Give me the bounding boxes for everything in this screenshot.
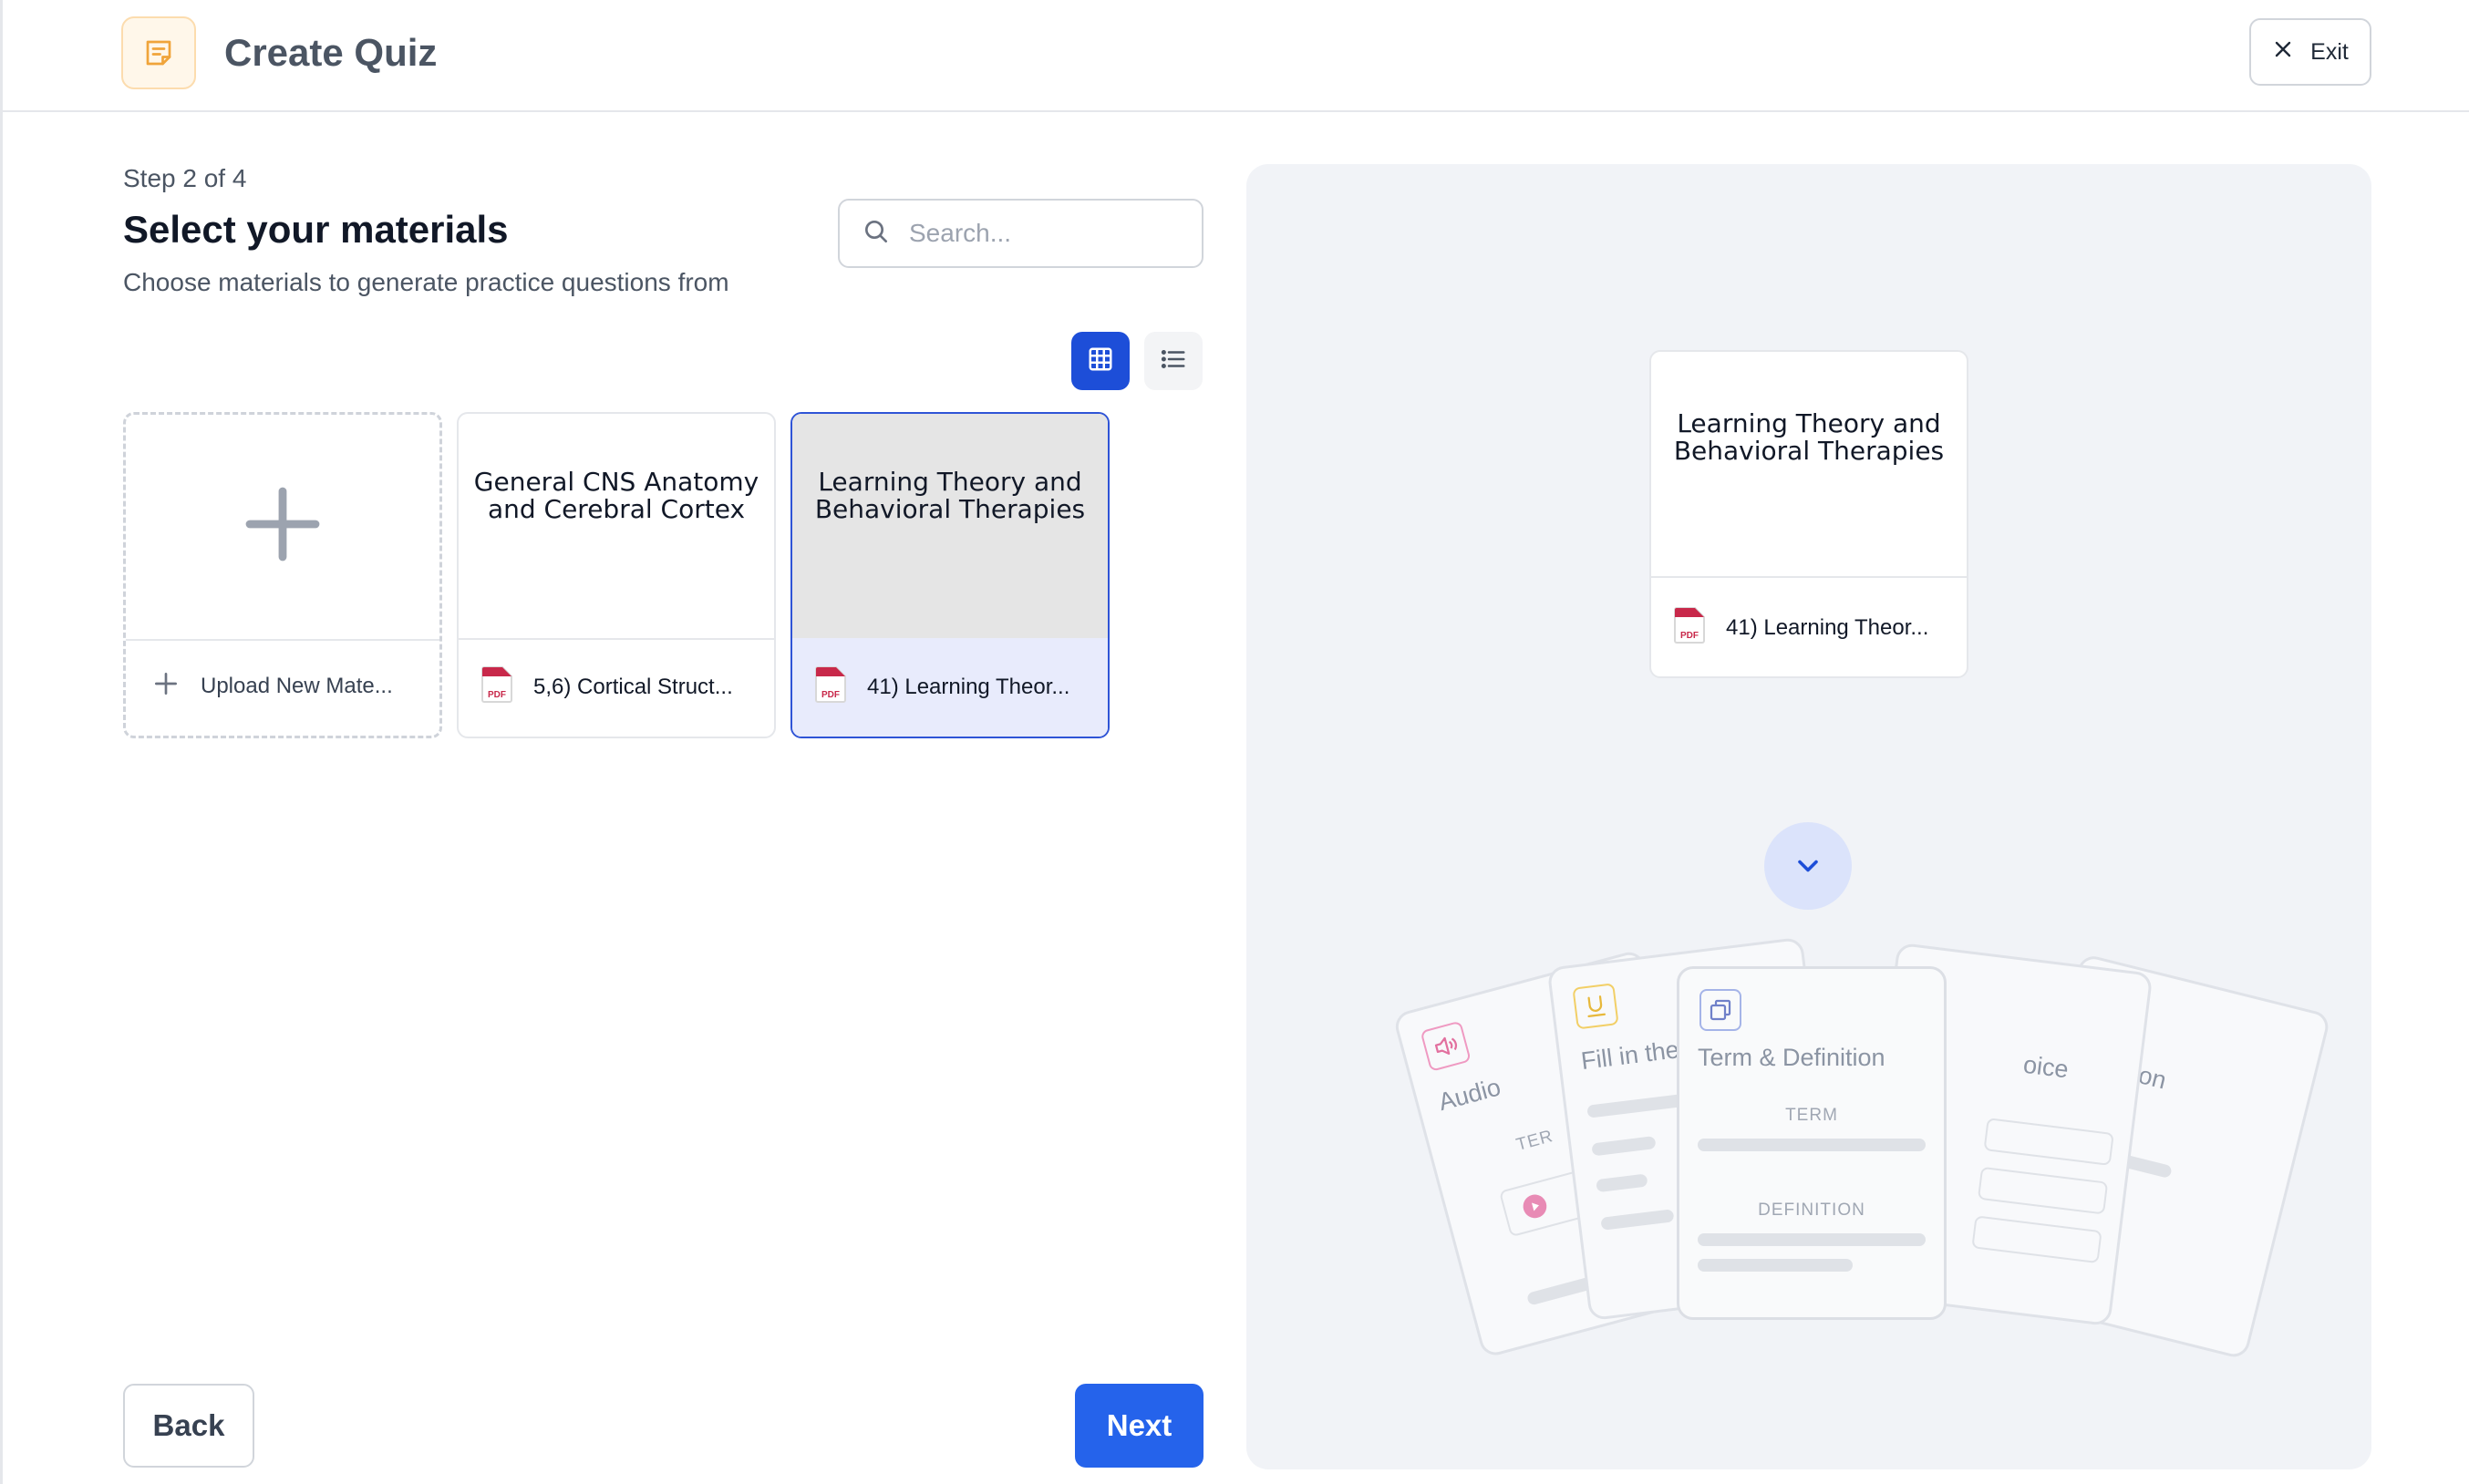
term-label: TER	[1513, 1127, 1555, 1155]
cards-icon	[1699, 989, 1741, 1031]
search-box[interactable]	[838, 199, 1204, 268]
placeholder-bar	[1698, 1259, 1853, 1272]
pdf-file-icon: PDF	[814, 665, 847, 710]
underline-icon	[1572, 983, 1619, 1030]
choice-option	[1977, 1166, 2109, 1215]
preview-filename: 41) Learning Theor...	[1726, 615, 1929, 640]
preview-title-line: Learning Theory and	[1677, 408, 1941, 438]
material-card-preview: Learning Theory and Behavioral Therapies	[792, 414, 1108, 640]
upload-card-footer: Upload New Mate...	[126, 637, 439, 736]
upload-label: Upload New Mate...	[201, 674, 393, 698]
preview-card-footer: PDF 41) Learning Theor...	[1651, 578, 1967, 676]
preview-title-line: Behavioral Therapies	[1673, 436, 1945, 466]
preview-card-title: Learning Theory and Behavioral Therapies	[1651, 352, 1967, 578]
create-quiz-page: Create Quiz Exit Step 2 of 4 Select your…	[0, 0, 2469, 1484]
placeholder-bar	[1698, 1139, 1926, 1151]
material-card-preview: General CNS Anatomy and Cerebral Cortex	[459, 414, 774, 640]
placeholder-bar	[1591, 1136, 1657, 1157]
play-icon	[1519, 1190, 1552, 1226]
choice-option	[1983, 1118, 2114, 1166]
chevron-down-icon	[1764, 822, 1852, 910]
quiz-icon	[121, 16, 196, 89]
question-type-title: Term & Definition	[1698, 1044, 1885, 1071]
term-label: TERM	[1785, 1106, 1838, 1125]
back-button[interactable]: Back	[123, 1384, 254, 1468]
material-filename: 41) Learning Theor...	[867, 675, 1070, 699]
preview-panel: Learning Theory and Behavioral Therapies…	[1246, 164, 2371, 1469]
svg-text:PDF: PDF	[488, 690, 506, 700]
material-card[interactable]: General CNS Anatomy and Cerebral Cortex P…	[457, 412, 776, 738]
grid-view-button[interactable]	[1071, 332, 1130, 390]
next-button[interactable]: Next	[1075, 1384, 1204, 1468]
step-indicator: Step 2 of 4	[123, 164, 247, 192]
question-type-title: oice	[2021, 1050, 2071, 1084]
material-title-line: and Cerebral Cortex	[487, 494, 746, 524]
material-title-line: General CNS Anatomy	[473, 467, 759, 497]
question-type-card-term-definition: Term & Definition TERM DEFINITION	[1677, 966, 1947, 1320]
close-icon	[2272, 38, 2294, 67]
selected-material-preview: Learning Theory and Behavioral Therapies…	[1649, 350, 1968, 678]
pdf-file-icon: PDF	[1673, 606, 1706, 651]
search-input[interactable]	[909, 219, 1183, 248]
grid-icon	[1087, 345, 1114, 377]
upload-card-top	[126, 415, 439, 641]
question-type-title: Fill in the	[1579, 1036, 1681, 1076]
material-title-line: Behavioral Therapies	[814, 494, 1086, 524]
material-filename: 5,6) Cortical Struct...	[533, 675, 733, 699]
section-subtitle: Choose materials to generate practice qu…	[123, 268, 729, 296]
small-plus-icon	[151, 669, 181, 705]
list-icon	[1160, 345, 1187, 377]
choice-option	[1971, 1215, 2102, 1264]
placeholder-bar	[1600, 1209, 1675, 1231]
material-title-line: Learning Theory and	[818, 467, 1082, 497]
definition-label: DEFINITION	[1758, 1201, 1865, 1220]
material-card-footer: PDF 41) Learning Theor...	[792, 638, 1108, 737]
exit-label: Exit	[2310, 38, 2349, 65]
upload-material-card[interactable]: Upload New Mate...	[123, 412, 442, 738]
plus-icon	[239, 480, 326, 573]
list-view-button[interactable]	[1144, 332, 1203, 390]
material-card-selected[interactable]: Learning Theory and Behavioral Therapies …	[790, 412, 1110, 738]
pdf-file-icon: PDF	[480, 665, 513, 710]
material-card-footer: PDF 5,6) Cortical Struct...	[459, 638, 774, 737]
section-title: Select your materials	[123, 208, 509, 251]
placeholder-bar	[1596, 1173, 1648, 1193]
svg-text:PDF: PDF	[1680, 631, 1699, 641]
header-bar: Create Quiz Exit	[3, 0, 2469, 112]
speaker-icon	[1420, 1020, 1472, 1072]
placeholder-bar	[1698, 1233, 1926, 1246]
search-icon	[862, 217, 891, 251]
placeholder-bar	[1586, 1093, 1689, 1118]
page-title: Create Quiz	[224, 31, 438, 74]
exit-button[interactable]: Exit	[2249, 18, 2371, 86]
question-type-title: Audio	[1435, 1073, 1504, 1117]
svg-text:PDF: PDF	[821, 690, 840, 700]
